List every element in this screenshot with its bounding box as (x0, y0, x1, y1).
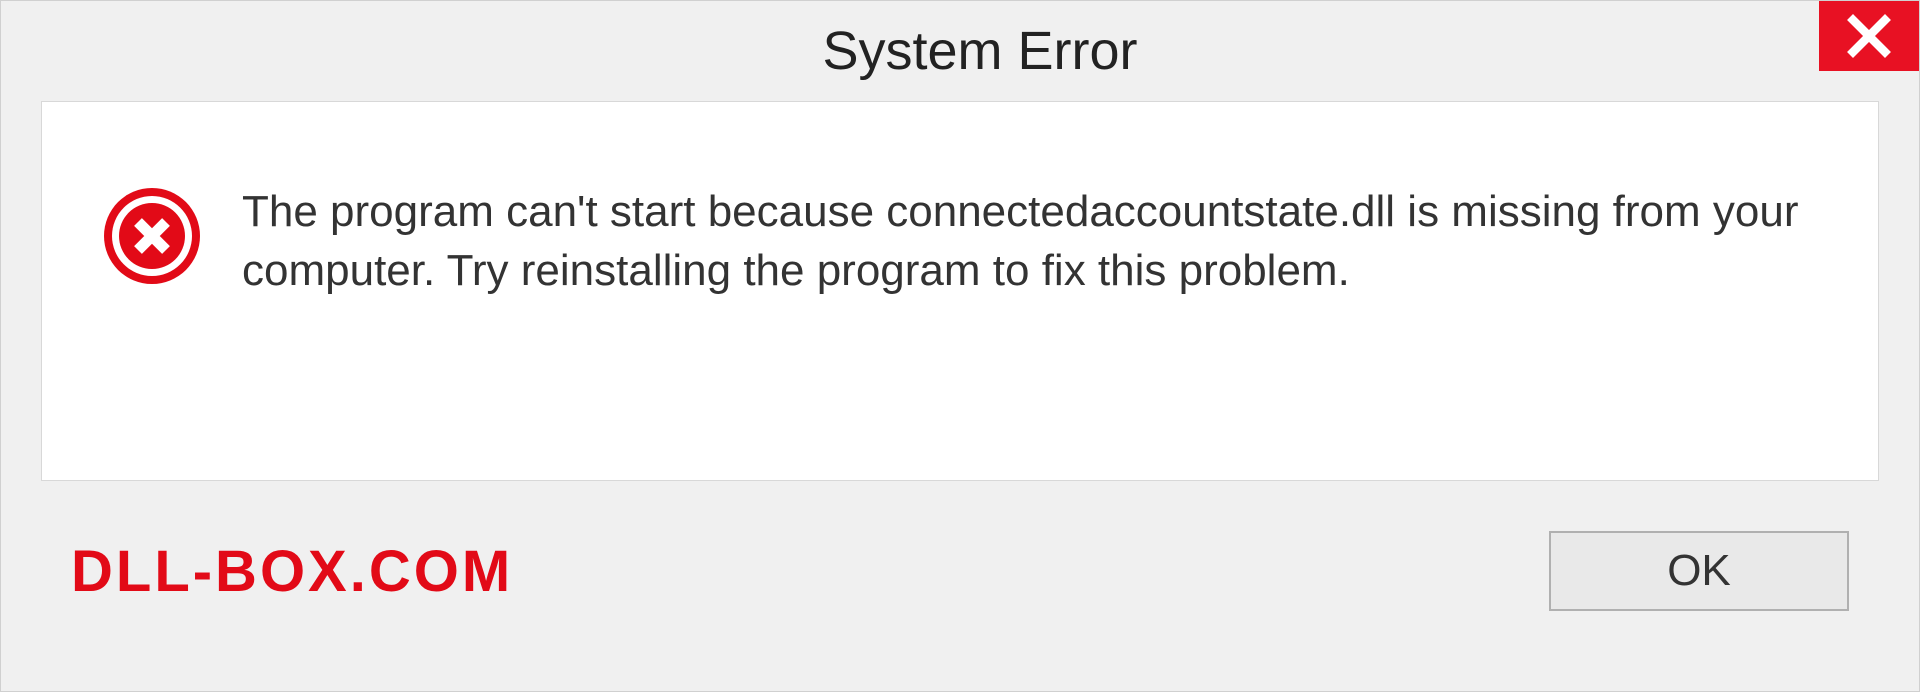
brand-watermark: DLL-BOX.COM (71, 538, 513, 605)
error-icon (102, 186, 202, 286)
close-icon (1845, 12, 1893, 60)
close-button[interactable] (1819, 1, 1919, 71)
ok-button-label: OK (1667, 546, 1731, 596)
dialog-footer: DLL-BOX.COM OK (1, 481, 1919, 661)
error-message: The program can't start because connecte… (242, 182, 1818, 301)
dialog-title: System Error (822, 20, 1137, 82)
ok-button[interactable]: OK (1549, 531, 1849, 611)
dialog-content: The program can't start because connecte… (41, 101, 1879, 481)
dialog-titlebar: System Error (1, 1, 1919, 101)
